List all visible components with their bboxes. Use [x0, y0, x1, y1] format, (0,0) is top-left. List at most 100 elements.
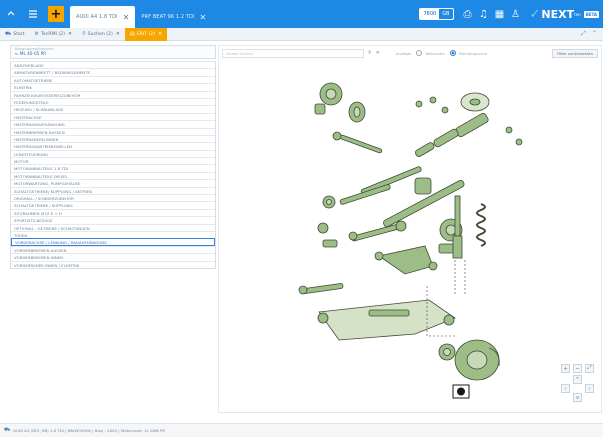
exploded-parts-diagram[interactable]	[219, 60, 601, 412]
radio-fahrzeugsuche[interactable]	[449, 50, 456, 56]
assembly-group-item[interactable]: MOTORANBAUTEILE 1.8 TDI	[11, 164, 215, 171]
close-icon[interactable]: ✕	[200, 13, 207, 22]
part-steering-column[interactable]	[414, 112, 489, 157]
breadcrumb-current[interactable]: ⇐ ML 40-05 PR	[15, 51, 211, 57]
assembly-group-item[interactable]: MOTOR	[11, 157, 215, 164]
expand-icon[interactable]: ⤢	[581, 30, 586, 38]
part-bushing-left[interactable]	[317, 195, 338, 248]
close-icon[interactable]: ✕	[123, 13, 130, 22]
vehicle-status-text: AUDI A4 (8E2, B6) 1.8 TDI | 88kW/90kW | …	[13, 428, 166, 433]
toggle-right[interactable]: GB	[439, 9, 452, 19]
assembly-group-item[interactable]: FAHRZEUGKAROSSERIE/ZUBEHÖR	[11, 90, 215, 98]
assembly-group-item[interactable]: HINTERRADAUFHÄNGUNG	[11, 120, 215, 127]
assembly-group-item[interactable]: HINTERRADERN INNEN	[11, 134, 215, 142]
zoom-controls: + − ⤢ ^ ‹ › v	[561, 364, 595, 404]
assembly-group-item[interactable]: SITZRAHMEN SITZ E + H	[11, 208, 215, 216]
part-coil-spring[interactable]	[476, 203, 486, 247]
close-icon[interactable]: ✕	[158, 31, 162, 37]
status-bar: ⛟ AUDI A4 (8E2, B6) 1.8 TDI | 88kW/90kW …	[0, 423, 603, 437]
user-icon[interactable]: ♙	[508, 9, 524, 20]
subtab-erit[interactable]: ▤ ERIT (2) ✕	[124, 27, 168, 41]
assembly-group-item[interactable]: ORIGINAL- / SONDERZUBEHÖR	[11, 194, 215, 201]
assembly-group-item[interactable]: TÜREN	[11, 230, 215, 238]
assembly-group-list: ANDOVERLAGE ARMATURENBRETT / BEDIENELEMEN…	[10, 61, 216, 269]
subtab-tecrmi[interactable]: ⚙ TecRMI (2) ✕	[30, 28, 78, 41]
tab-vehicle-2[interactable]: PRF BEAT 9K 1.2 TDI ✕	[135, 6, 212, 28]
reset-filter-button[interactable]: Filter zurücksetzen	[552, 48, 598, 58]
print-icon[interactable]: ⎙	[460, 9, 476, 20]
part-lower-subframe[interactable]	[317, 299, 456, 341]
subtab-label: ERIT	[136, 31, 147, 37]
radio-teilesuche[interactable]	[416, 50, 423, 56]
beta-badge: BETA	[583, 10, 599, 18]
assembly-group-item[interactable]: FEDERUNGSTEILE	[11, 97, 215, 105]
part-bearing-left[interactable]	[348, 101, 366, 123]
search-icon: ⚲	[82, 31, 86, 37]
subtab-suchen[interactable]: ⚲ Suchen (2) ✕	[77, 28, 125, 41]
assembly-group-item[interactable]: VORDERBREMSEN INNEN	[11, 253, 215, 260]
assembly-group-item[interactable]: AUTOMATGETRIEBE	[11, 75, 215, 83]
fit-icon[interactable]: ⤢	[585, 364, 594, 373]
close-icon[interactable]: ✕	[116, 31, 120, 37]
assembly-group-item[interactable]: SPORTSITZ-BEZÜGE	[11, 216, 215, 223]
part-caliper-left[interactable]	[314, 82, 343, 115]
search-icon[interactable]: ⚲	[368, 50, 372, 56]
radio-teilesuche-label: Teilesuche	[425, 50, 445, 56]
pan-down-button[interactable]: v	[573, 393, 582, 402]
radio-group-label: Anzeige	[395, 50, 412, 56]
part-tie-rod-left[interactable]	[332, 131, 383, 154]
pan-right-button[interactable]: ›	[585, 384, 594, 393]
part-brake-disc[interactable]	[454, 339, 500, 381]
assembly-group-item[interactable]: ELEKTRIK	[11, 83, 215, 90]
pan-up-button[interactable]: ^	[573, 375, 582, 384]
assembly-group-item[interactable]: VORDERACHSE / LENKUNG / RADAUFHÄNGUNG	[11, 238, 215, 246]
assembly-group-item[interactable]: MOTORWARTUNG, PUMPGEHÄUSE	[11, 179, 215, 186]
assembly-group-item[interactable]: VORDERRADER INNEN / ELEKTRIK	[11, 260, 215, 268]
tab-label: AUDI A4 1.8 TDI	[76, 14, 118, 20]
article-search-input[interactable]: Artikel suchen	[222, 48, 364, 58]
assembly-group-item[interactable]: OPTIONAL - GETRIEBE / SCHALTUNGEN	[11, 223, 215, 231]
toggle-left[interactable]: 7600	[420, 9, 440, 19]
clear-icon[interactable]: ✕	[376, 50, 380, 56]
assembly-group-item[interactable]: HEIZUNG / KLIMAANLAGE	[11, 105, 215, 112]
assembly-group-item[interactable]: SCHALTGETRIEBE/ KUPPLUNG / ANTRIEB	[11, 186, 215, 194]
subtab-count: (2)	[106, 31, 113, 37]
part-control-arm-center[interactable]	[374, 245, 438, 275]
subtab-label: Suchen	[87, 31, 105, 37]
assembly-group-item[interactable]: HINTERRADANTRIEBSWELLEN	[11, 142, 215, 149]
subtab-count: (2)	[148, 31, 155, 37]
assembly-group-item[interactable]: MOTORANBAUTEILE DIESEL	[11, 171, 215, 179]
pan-left-button[interactable]: ‹	[561, 384, 570, 393]
part-steering-wheel[interactable]	[460, 92, 490, 112]
assembly-group-item[interactable]: VORDERBREMSEN AUSSEN	[11, 245, 215, 253]
zoom-in-button[interactable]: +	[561, 364, 570, 373]
grid-icon[interactable]: ▦	[492, 9, 508, 20]
assembly-group-item[interactable]: LENKSTEUERUNG	[11, 149, 215, 157]
part-lower-link-left[interactable]	[298, 283, 344, 295]
assembly-group-item[interactable]: ANDOVERLAGE	[11, 61, 215, 68]
bell-icon[interactable]: ♫	[476, 9, 492, 20]
brand-check-icon: ✓	[529, 6, 541, 22]
tab-vehicle-1[interactable]: AUDI A4 1.8 TDI ✕	[70, 6, 136, 28]
assembly-group-item[interactable]: HINTERACHSE	[11, 112, 215, 120]
part-tie-rod-mid[interactable]	[339, 166, 422, 205]
close-icon[interactable]: ✕	[68, 31, 72, 37]
new-tab-plus-button[interactable]: +	[48, 6, 64, 22]
collapse-icon[interactable]: ⌃	[592, 30, 597, 38]
zoom-out-button[interactable]: −	[573, 364, 582, 373]
tab-label: PRF BEAT 9K 1.2 TDI	[141, 14, 195, 20]
part-marker-box[interactable]	[452, 384, 470, 399]
reset-filter-label: Filter zurücksetzen	[557, 50, 593, 56]
part-wheel-bearing[interactable]	[438, 343, 456, 361]
assembly-group-item[interactable]: SCHALTGETRIEBE / KUPPLUNG	[11, 201, 215, 208]
brand-sup: ten	[574, 11, 581, 17]
assembly-group-item[interactable]: ARMATURENBRETT / BEDIENELEMENTE	[11, 68, 215, 75]
units-toggle[interactable]: 7600 GB	[419, 8, 454, 20]
subtab-count: (2)	[58, 31, 65, 37]
parts-icon: ▤	[129, 31, 135, 37]
list-menu-icon[interactable]	[22, 0, 44, 28]
back-arrow-icon[interactable]	[0, 0, 22, 28]
part-driveshaft-left[interactable]	[348, 220, 407, 242]
subtab-start[interactable]: ⛟ Start	[0, 28, 30, 41]
assembly-group-item[interactable]: HINTERBREMSEN AUSSEN	[11, 127, 215, 135]
